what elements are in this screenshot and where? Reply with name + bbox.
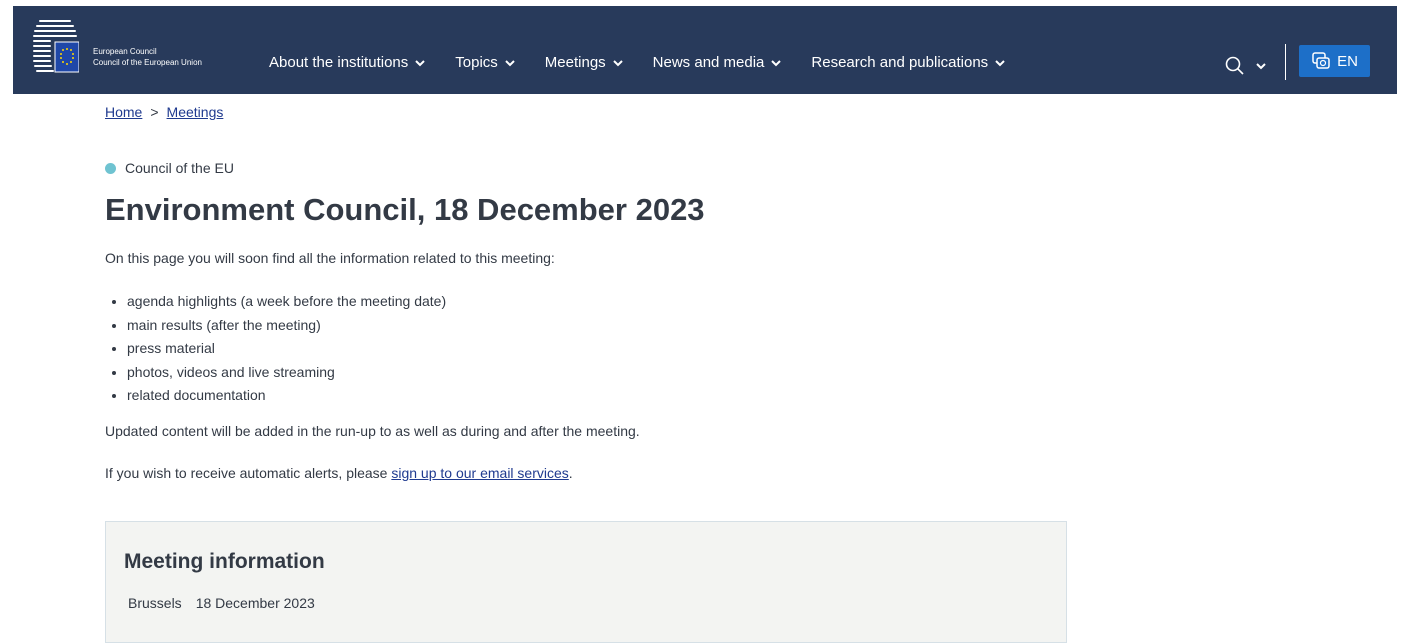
meeting-location: Brussels <box>128 595 182 611</box>
main-navigation: About the institutions Topics Meetings N… <box>269 54 1035 71</box>
nav-news-media[interactable]: News and media <box>653 54 782 71</box>
update-text: Updated content will be added in the run… <box>105 423 640 439</box>
council-logo-icon[interactable] <box>33 18 79 76</box>
nav-label: Topics <box>455 54 498 71</box>
tag-dot <box>105 162 116 174</box>
nav-topics[interactable]: Topics <box>455 54 515 71</box>
meeting-information-box: Meeting information Brussels 18 December… <box>105 521 1067 643</box>
alerts-text: If you wish to receive automatic alerts,… <box>105 465 573 481</box>
page-title: Environment Council, 18 December 2023 <box>105 192 705 227</box>
nav-meetings[interactable]: Meetings <box>545 54 623 71</box>
nav-label: Meetings <box>544 54 606 71</box>
chevron-down-icon <box>771 59 782 66</box>
meeting-info-heading: Meeting information <box>124 550 325 573</box>
list-item: press material <box>127 337 446 361</box>
info-list: agenda highlights (a week before the mee… <box>105 290 446 408</box>
breadcrumb-separator: > <box>150 104 159 120</box>
chevron-down-icon <box>612 59 623 66</box>
chevron-down-icon <box>1256 62 1266 69</box>
breadcrumb-meetings-link[interactable]: Meetings <box>167 104 224 120</box>
search-icon <box>1225 56 1244 75</box>
chevron-down-icon <box>505 59 515 66</box>
list-item: related documentation <box>127 384 446 408</box>
nav-label: News and media <box>652 54 765 71</box>
header-divider <box>1285 44 1286 80</box>
alerts-suffix: . <box>568 465 573 481</box>
breadcrumb-home-link[interactable]: Home <box>105 104 142 120</box>
language-code: EN <box>1337 52 1358 70</box>
language-icon <box>1312 52 1330 69</box>
nav-label: About the institutions <box>269 54 409 71</box>
top-navigation-bar: European Council Council of the European… <box>13 6 1402 94</box>
chevron-down-icon <box>995 59 1005 66</box>
chevron-down-icon <box>415 59 425 66</box>
nav-research-publications[interactable]: Research and publications <box>811 54 1005 71</box>
org-name-line1: European Council <box>93 47 157 56</box>
nav-label: Research and publications <box>811 54 989 71</box>
list-item: main results (after the meeting) <box>127 314 446 338</box>
intro-text: On this page you will soon find all the … <box>105 250 555 266</box>
institution-tag: Council of the EU <box>105 160 234 176</box>
breadcrumb: Home > Meetings <box>105 104 223 120</box>
search-button[interactable] <box>1225 56 1266 75</box>
email-signup-link[interactable]: sign up to our email services <box>391 465 568 481</box>
tag-label: Council of the EU <box>125 160 234 176</box>
org-name-line2: Council of the European Union <box>93 58 202 67</box>
alerts-prefix: If you wish to receive automatic alerts,… <box>105 465 392 481</box>
organization-name[interactable]: European Council Council of the European… <box>93 46 202 68</box>
meeting-date: 18 December 2023 <box>195 595 315 611</box>
list-item: agenda highlights (a week before the mee… <box>127 290 446 314</box>
nav-about-institutions[interactable]: About the institutions <box>269 54 425 71</box>
meeting-info-row: Brussels 18 December 2023 <box>128 595 315 611</box>
language-selector[interactable]: EN <box>1299 45 1370 77</box>
list-item: photos, videos and live streaming <box>127 361 446 385</box>
